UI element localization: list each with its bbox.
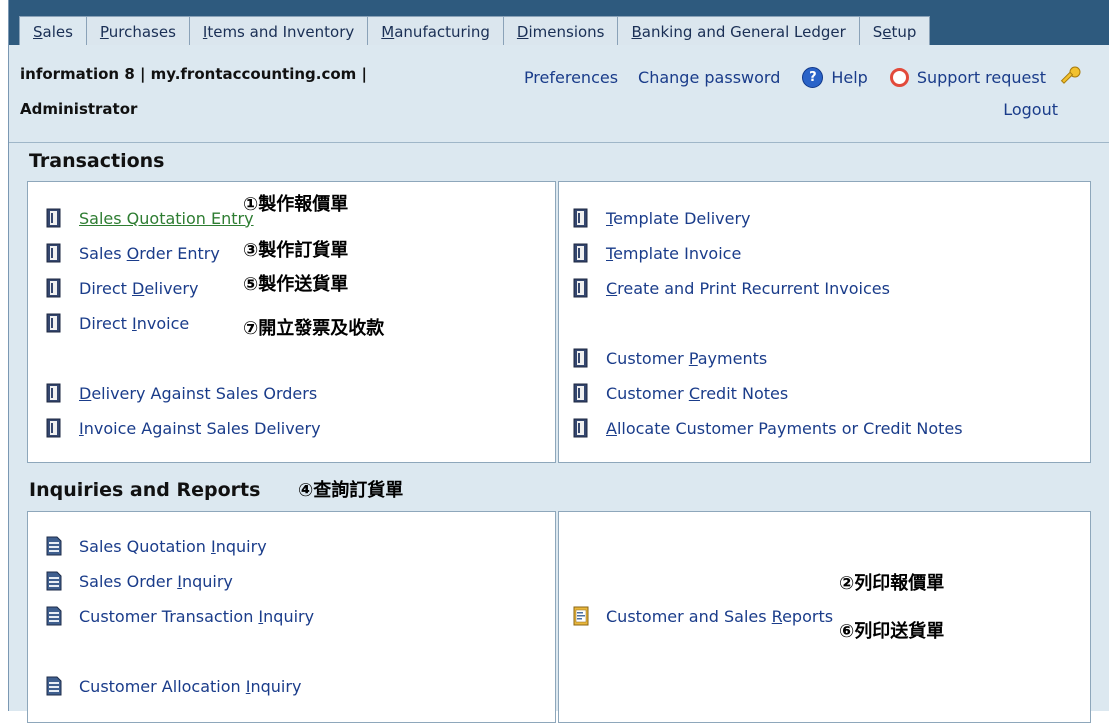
sales-order-entry-item[interactable]: Sales Order Entry (46, 243, 220, 263)
book-icon (573, 383, 588, 403)
company-info: information 8 | my.frontaccounting.com | (20, 65, 368, 83)
change-password-link[interactable]: Change password (638, 68, 780, 87)
direct-delivery-link: Direct Delivery (79, 278, 199, 298)
tab-items-and-inventory[interactable]: Items and Inventory (188, 16, 369, 46)
top-links: Preferences Change password ? Help Suppo… (504, 65, 1082, 89)
template-delivery-item[interactable]: Template Delivery (573, 208, 751, 228)
allocate-customer-payments-link: Allocate Customer Payments or Credit Not… (606, 418, 963, 438)
customer-allocation-inquiry-item[interactable]: Customer Allocation Inquiry (46, 676, 301, 696)
template-delivery-link: Template Delivery (606, 208, 751, 228)
create-recurrent-invoices-item[interactable]: Create and Print Recurrent Invoices (573, 278, 890, 298)
customer-and-sales-reports-link: Customer and Sales Reports (606, 606, 834, 626)
annotation-print-delivery: ⑥列印送貨單 (839, 621, 945, 642)
sales-quotation-entry-link: Sales Quotation Entry (79, 208, 254, 228)
sales-order-entry-link: Sales Order Entry (79, 243, 220, 263)
help-icon[interactable]: ? (802, 66, 824, 88)
module-tab-bar: Sales Purchases Items and Inventory Manu… (9, 0, 1109, 46)
help-link[interactable]: Help (831, 68, 867, 87)
book-icon (573, 348, 588, 368)
delivery-against-sales-orders-link: Delivery Against Sales Orders (79, 383, 318, 403)
annotation-print-quotation: ②列印報價單 (839, 573, 945, 594)
customer-allocation-inquiry-link: Customer Allocation Inquiry (79, 676, 302, 696)
customer-transaction-inquiry-link: Customer Transaction Inquiry (79, 606, 315, 626)
tab-sales[interactable]: Sales (19, 16, 87, 46)
book-icon (573, 418, 588, 438)
logout-link[interactable]: Logout (1003, 100, 1058, 119)
module-tabs: Sales Purchases Items and Inventory Manu… (19, 16, 931, 46)
sales-order-inquiry-link: Sales Order Inquiry (79, 571, 233, 591)
customer-payments-link: Customer Payments (606, 348, 768, 368)
support-request-link[interactable]: Support request (917, 68, 1046, 87)
template-invoice-item[interactable]: Template Invoice (573, 243, 741, 263)
transactions-right-panel: Template Delivery Template Invoice Creat… (558, 181, 1091, 463)
direct-delivery-item[interactable]: Direct Delivery (46, 278, 198, 298)
user-name: Administrator (20, 100, 138, 118)
preferences-link[interactable]: Preferences (524, 68, 618, 87)
template-invoice-link: Template Invoice (606, 243, 742, 263)
book-icon (46, 313, 61, 333)
annotation-create-order: ③製作訂貨單 (243, 240, 349, 261)
tab-manufacturing[interactable]: Manufacturing (367, 16, 504, 46)
book-icon (46, 278, 61, 298)
book-icon (46, 208, 61, 228)
book-icon (573, 278, 588, 298)
sales-quotation-entry-item[interactable]: Sales Quotation Entry (46, 208, 254, 228)
customer-credit-notes-link: Customer Credit Notes (606, 383, 789, 403)
book-icon (573, 243, 588, 263)
document-icon (46, 536, 62, 556)
book-icon (46, 243, 61, 263)
invoice-against-sales-delivery-link: Invoice Against Sales Delivery (79, 418, 321, 438)
sales-order-inquiry-item[interactable]: Sales Order Inquiry (46, 571, 233, 591)
header-bar: information 8 | my.frontaccounting.com |… (9, 45, 1109, 145)
document-icon (46, 571, 62, 591)
allocate-customer-payments-item[interactable]: Allocate Customer Payments or Credit Not… (573, 418, 963, 438)
transactions-title: Transactions (29, 150, 165, 172)
invoice-against-sales-delivery-item[interactable]: Invoice Against Sales Delivery (46, 418, 321, 438)
book-icon (46, 383, 61, 403)
header-divider (9, 142, 1109, 143)
document-icon (46, 676, 62, 696)
direct-invoice-link: Direct Invoice (79, 313, 190, 333)
inquiries-title: Inquiries and Reports (29, 479, 261, 501)
report-icon (573, 606, 589, 626)
annotation-issue-invoice: ⑦開立發票及收款 (243, 318, 385, 339)
sales-quotation-inquiry-item[interactable]: Sales Quotation Inquiry (46, 536, 267, 556)
customer-transaction-inquiry-item[interactable]: Customer Transaction Inquiry (46, 606, 314, 626)
tab-setup[interactable]: Setup (858, 16, 931, 46)
sales-quotation-inquiry-link: Sales Quotation Inquiry (79, 536, 267, 556)
book-icon (573, 208, 588, 228)
tab-purchases[interactable]: Purchases (85, 16, 190, 46)
document-icon (46, 606, 62, 626)
annotation-create-delivery: ⑤製作送貨單 (243, 274, 349, 295)
app-page: Sales Purchases Items and Inventory Manu… (8, 0, 1109, 723)
key-icon (1060, 66, 1081, 84)
inquiries-right-panel: Customer and Sales Reports (558, 511, 1091, 723)
inquiries-left-panel: Sales Quotation Inquiry Sales Order Inqu… (27, 511, 556, 723)
direct-invoice-item[interactable]: Direct Invoice (46, 313, 189, 333)
customer-and-sales-reports-item[interactable]: Customer and Sales Reports (573, 606, 833, 626)
delivery-against-sales-orders-item[interactable]: Delivery Against Sales Orders (46, 383, 317, 403)
customer-credit-notes-item[interactable]: Customer Credit Notes (573, 383, 788, 403)
annotation-inquire-order: ④查詢訂貨單 (298, 480, 404, 501)
customer-payments-item[interactable]: Customer Payments (573, 348, 767, 368)
create-recurrent-invoices-link: Create and Print Recurrent Invoices (606, 278, 890, 298)
tab-dimensions[interactable]: Dimensions (502, 16, 619, 46)
annotation-create-quotation: ①製作報價單 (243, 194, 349, 215)
lifebuoy-icon[interactable] (889, 67, 909, 87)
book-icon (46, 418, 61, 438)
tab-banking-and-general-ledger[interactable]: Banking and General Ledger (617, 16, 860, 46)
